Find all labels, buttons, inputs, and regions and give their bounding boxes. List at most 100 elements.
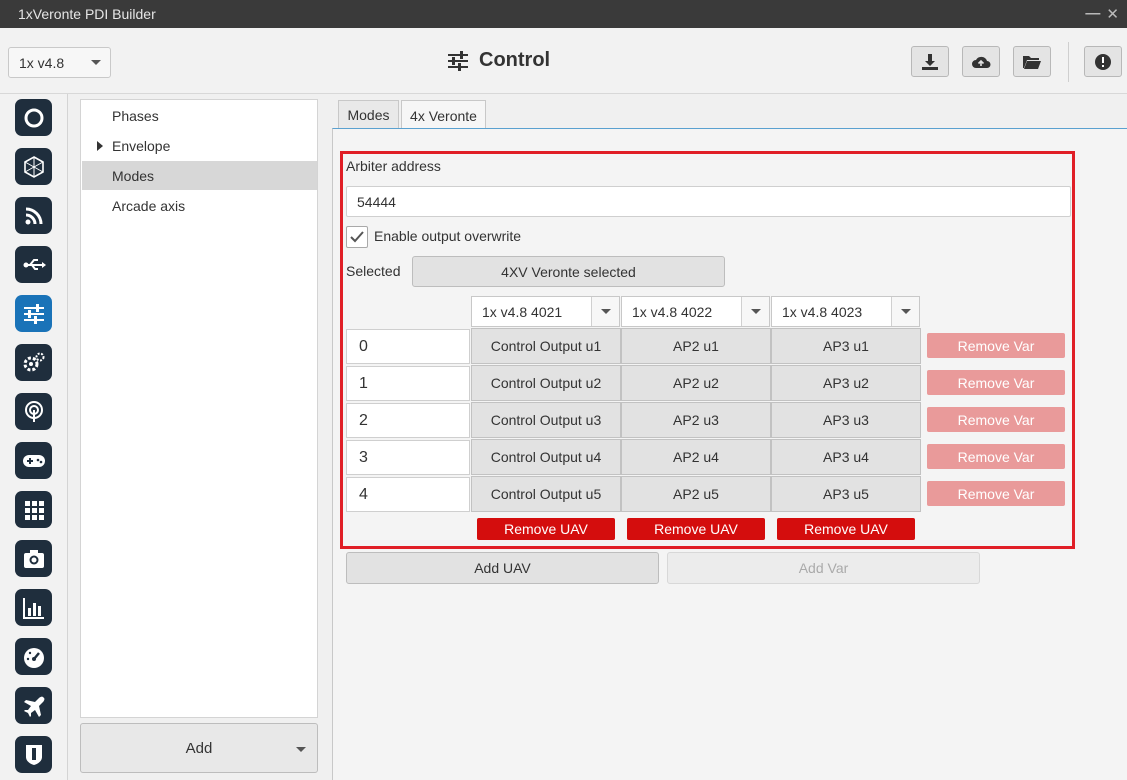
tree-item-phases[interactable]: Phases bbox=[82, 101, 317, 130]
control-sliders-icon bbox=[23, 303, 44, 324]
var-button-label: AP2 u1 bbox=[673, 338, 719, 354]
rail-usb[interactable] bbox=[15, 246, 52, 283]
var-index-input[interactable]: 2 bbox=[346, 403, 470, 438]
add-uav-button[interactable]: Add UAV bbox=[346, 552, 659, 584]
rail-power[interactable] bbox=[15, 99, 52, 136]
var-index-input[interactable]: 1 bbox=[346, 366, 470, 401]
rail-comms[interactable] bbox=[15, 197, 52, 234]
tab-modes[interactable]: Modes bbox=[338, 100, 399, 129]
tree-item-modes[interactable]: Modes bbox=[82, 161, 317, 190]
telemetry-icon bbox=[24, 400, 43, 422]
var-index-value: 2 bbox=[359, 411, 368, 429]
uav-select-value: 1x v4.8 4022 bbox=[632, 303, 713, 320]
rail-gamepad[interactable] bbox=[15, 442, 52, 479]
var-index-value: 4 bbox=[359, 485, 368, 503]
veronte-selected-button[interactable]: 4XV Veronte selected bbox=[412, 256, 725, 287]
tree-item-label: Arcade axis bbox=[112, 197, 186, 214]
var-button-label: Control Output u2 bbox=[490, 375, 602, 391]
var-button[interactable]: Control Output u4 bbox=[471, 439, 621, 475]
page-title-text: Control bbox=[479, 49, 551, 71]
add-button[interactable]: Add bbox=[80, 723, 318, 773]
tab-4x-veronte[interactable]: 4x Veronte bbox=[401, 100, 486, 130]
enable-overwrite-label: Enable output overwrite bbox=[374, 228, 522, 244]
var-index-input[interactable]: 0 bbox=[346, 329, 470, 364]
var-button[interactable]: AP2 u3 bbox=[621, 402, 771, 438]
chevron-down-icon[interactable] bbox=[891, 297, 919, 326]
var-button-label: Control Output u4 bbox=[490, 449, 602, 465]
var-button[interactable]: AP3 u5 bbox=[771, 476, 921, 512]
download-icon bbox=[922, 53, 938, 70]
var-button[interactable]: Control Output u2 bbox=[471, 365, 621, 401]
add-uav-label: Add UAV bbox=[474, 560, 531, 576]
veronte-selected-label: 4XV Veronte selected bbox=[501, 263, 636, 280]
remove-var-button[interactable]: Remove Var bbox=[927, 407, 1065, 432]
rail-camera[interactable] bbox=[15, 540, 52, 577]
var-button[interactable]: AP2 u2 bbox=[621, 365, 771, 401]
remove-uav-button[interactable]: Remove UAV bbox=[777, 518, 915, 540]
var-button[interactable]: AP3 u2 bbox=[771, 365, 921, 401]
cloud-upload-button[interactable] bbox=[962, 46, 1000, 77]
rail-gauges[interactable] bbox=[15, 638, 52, 675]
remove-var-button[interactable]: Remove Var bbox=[927, 444, 1065, 469]
var-button[interactable]: AP2 u1 bbox=[621, 328, 771, 364]
var-button[interactable]: AP3 u4 bbox=[771, 439, 921, 475]
add-var-button[interactable]: Add Var bbox=[667, 552, 980, 584]
add-var-label: Add Var bbox=[798, 560, 849, 576]
remove-var-label: Remove Var bbox=[957, 374, 1035, 391]
tree-item-label: Modes bbox=[112, 167, 155, 184]
var-button[interactable]: AP3 u3 bbox=[771, 402, 921, 438]
uav-select-3[interactable]: 1x v4.8 4023 bbox=[771, 296, 920, 327]
rail-flight[interactable] bbox=[15, 687, 52, 724]
rss-icon bbox=[25, 207, 42, 224]
rail-telemetry[interactable] bbox=[15, 393, 52, 430]
remove-var-button[interactable]: Remove Var bbox=[927, 481, 1065, 506]
chevron-down-icon bbox=[296, 747, 306, 752]
var-button[interactable]: AP2 u5 bbox=[621, 476, 771, 512]
rail-security[interactable] bbox=[15, 736, 52, 773]
var-button-label: AP2 u3 bbox=[673, 412, 719, 428]
minimize-icon[interactable]: — bbox=[1085, 5, 1100, 23]
remove-var-button[interactable]: Remove Var bbox=[927, 333, 1065, 358]
uav-select-value: 1x v4.8 4021 bbox=[482, 303, 563, 320]
tree-item-envelope[interactable]: Envelope bbox=[82, 131, 317, 160]
var-button[interactable]: Control Output u1 bbox=[471, 328, 621, 364]
expand-arrow-icon[interactable] bbox=[97, 141, 103, 151]
var-button[interactable]: AP2 u4 bbox=[621, 439, 771, 475]
alert-button[interactable] bbox=[1084, 46, 1122, 77]
enable-overwrite-checkbox[interactable] bbox=[346, 226, 368, 248]
tree-item-arcade-axis[interactable]: Arcade axis bbox=[82, 191, 317, 220]
page-title: Control bbox=[447, 49, 550, 72]
gamepad-icon bbox=[22, 454, 45, 467]
remove-uav-button[interactable]: Remove UAV bbox=[627, 518, 765, 540]
uav-select-value: 1x v4.8 4023 bbox=[782, 303, 863, 320]
tree-item-label: Envelope bbox=[112, 137, 171, 154]
var-button-label: AP3 u2 bbox=[823, 375, 869, 391]
arbiter-address-input[interactable]: 54444 bbox=[346, 186, 1071, 217]
var-button[interactable]: Control Output u5 bbox=[471, 476, 621, 512]
remove-uav-button[interactable]: Remove UAV bbox=[477, 518, 615, 540]
download-button[interactable] bbox=[911, 46, 949, 77]
uav-select-1[interactable]: 1x v4.8 4021 bbox=[471, 296, 620, 327]
var-button-label: Control Output u5 bbox=[490, 486, 602, 502]
var-button-label: AP3 u3 bbox=[823, 412, 869, 428]
var-index-input[interactable]: 4 bbox=[346, 477, 470, 512]
rail-charts[interactable] bbox=[15, 589, 52, 626]
close-icon[interactable]: ✕ bbox=[1106, 5, 1119, 23]
rail-airframe[interactable] bbox=[15, 148, 52, 185]
version-select[interactable]: 1x v4.8 bbox=[8, 47, 111, 78]
rail-control[interactable] bbox=[15, 295, 52, 332]
module-rail bbox=[0, 94, 68, 780]
var-button[interactable]: AP3 u1 bbox=[771, 328, 921, 364]
chevron-down-icon[interactable] bbox=[591, 297, 619, 326]
var-button[interactable]: Control Output u3 bbox=[471, 402, 621, 438]
tab-label: Modes bbox=[347, 107, 390, 123]
chevron-down-icon[interactable] bbox=[741, 297, 769, 326]
chevron-down-icon bbox=[91, 60, 101, 65]
open-folder-button[interactable] bbox=[1013, 46, 1051, 77]
rail-settings[interactable] bbox=[15, 344, 52, 381]
rail-grid[interactable] bbox=[15, 491, 52, 528]
uav-select-2[interactable]: 1x v4.8 4022 bbox=[621, 296, 770, 327]
remove-var-button[interactable]: Remove Var bbox=[927, 370, 1065, 395]
arbiter-address-label: Arbiter address bbox=[346, 158, 441, 174]
var-index-input[interactable]: 3 bbox=[346, 440, 470, 475]
